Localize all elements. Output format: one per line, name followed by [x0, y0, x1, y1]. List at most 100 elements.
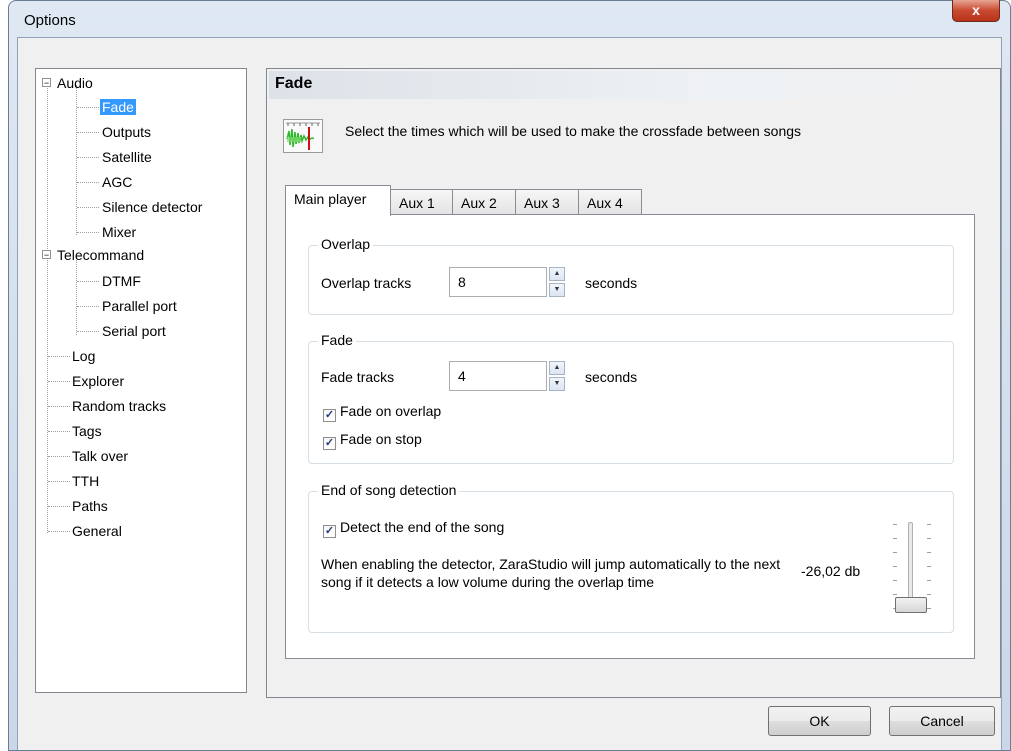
tab-main-player[interactable]: Main player	[285, 185, 391, 216]
tab-aux-1[interactable]: Aux 1	[390, 189, 453, 215]
tab-aux-4[interactable]: Aux 4	[578, 189, 642, 215]
tree-item-dtmf[interactable]: DTMF	[100, 271, 143, 291]
window-title: Options	[24, 12, 76, 29]
panel-description: Select the times which will be used to m…	[345, 123, 802, 139]
options-window: Options x − Audio Fade Outputs Satellite…	[8, 0, 1011, 751]
tree-item-tags[interactable]: Tags	[70, 421, 104, 441]
options-tree[interactable]: − Audio Fade Outputs Satellite AGC Silen…	[35, 68, 247, 693]
slider-tick	[927, 566, 931, 567]
tree-branch	[77, 232, 99, 233]
overlap-unit-label: seconds	[585, 275, 638, 291]
tree-item-satellite[interactable]: Satellite	[100, 147, 154, 167]
slider-tick	[927, 552, 931, 553]
overlap-tracks-spinner[interactable]: ▲ ▼	[549, 267, 565, 297]
tree-item-serial-port[interactable]: Serial port	[100, 321, 168, 341]
tree-branch	[77, 331, 99, 332]
settings-panel: Fade Select the times which will be used…	[266, 68, 1001, 698]
tree-item-random-tracks[interactable]: Random tracks	[70, 396, 168, 416]
waveform-crossfade-icon	[283, 119, 323, 153]
tree-item-agc[interactable]: AGC	[100, 172, 134, 192]
tree-item-explorer[interactable]: Explorer	[70, 371, 126, 391]
collapse-icon[interactable]: −	[42, 78, 51, 88]
tree-branch	[48, 481, 70, 482]
spin-up-icon[interactable]: ▲	[549, 267, 565, 281]
tab-aux-2[interactable]: Aux 2	[452, 189, 516, 215]
slider-tick	[893, 538, 897, 539]
spin-down-icon[interactable]: ▼	[549, 377, 565, 391]
tree-item-general[interactable]: General	[70, 521, 124, 541]
slider-tick	[927, 608, 931, 609]
checkmark-icon[interactable]: ✓	[323, 437, 336, 450]
detect-end-of-song-label: Detect the end of the song	[340, 519, 505, 535]
fade-tracks-input[interactable]: 4	[449, 361, 547, 391]
tree-item-tth[interactable]: TTH	[70, 471, 101, 491]
tree-branch	[48, 406, 70, 407]
title-bar[interactable]: Options x	[9, 0, 1010, 37]
tree-branch	[48, 531, 70, 532]
fade-group-title: Fade	[318, 332, 356, 348]
fade-group: Fade Fade tracks 4 ▲ ▼ seconds ✓ Fade on …	[308, 332, 954, 464]
panel-title: Fade	[269, 71, 998, 99]
tree-branch	[77, 107, 99, 108]
tree-item-fade[interactable]: Fade	[100, 97, 136, 117]
tree-branch	[77, 132, 99, 133]
tree-item-mixer[interactable]: Mixer	[100, 222, 138, 242]
tree-telecommand-line	[76, 258, 77, 335]
fade-on-stop-label: Fade on stop	[340, 431, 422, 447]
slider-tick	[893, 566, 897, 567]
tree-item-parallel-port[interactable]: Parallel port	[100, 296, 179, 316]
tab-aux-3[interactable]: Aux 3	[515, 189, 579, 215]
fade-on-overlap-checkbox[interactable]: ✓ Fade on overlap	[323, 402, 441, 422]
tree-item-log[interactable]: Log	[70, 346, 97, 366]
overlap-tracks-input[interactable]: 8	[449, 267, 547, 297]
slider-thumb[interactable]	[895, 597, 927, 613]
fade-unit-label: seconds	[585, 369, 638, 385]
tree-branch	[48, 456, 70, 457]
dialog-client-area: − Audio Fade Outputs Satellite AGC Silen…	[17, 37, 1002, 750]
slider-tick	[927, 538, 931, 539]
tree-branch	[48, 506, 70, 507]
slider-tick	[927, 594, 931, 595]
end-of-song-group-title: End of song detection	[318, 482, 460, 498]
tree-branch	[48, 381, 70, 382]
overlap-group-title: Overlap	[318, 236, 374, 252]
fade-on-overlap-label: Fade on overlap	[340, 403, 442, 419]
tree-branch	[77, 281, 99, 282]
close-icon: x	[972, 2, 980, 18]
end-of-song-description: When enabling the detector, ZaraStudio w…	[321, 556, 781, 590]
spin-down-icon[interactable]: ▼	[549, 283, 565, 297]
slider-tick	[927, 580, 931, 581]
tree-branch	[77, 207, 99, 208]
ok-button[interactable]: OK	[768, 706, 871, 736]
detector-level-readout: -26,02 db	[801, 563, 861, 579]
tree-item-outputs[interactable]: Outputs	[100, 122, 153, 142]
collapse-icon[interactable]: −	[42, 250, 51, 260]
fade-tracks-label: Fade tracks	[321, 369, 395, 385]
tree-branch	[77, 182, 99, 183]
tree-branch	[48, 356, 70, 357]
checkmark-icon[interactable]: ✓	[323, 525, 336, 538]
tree-branch	[77, 306, 99, 307]
slider-tick	[893, 580, 897, 581]
slider-tick	[893, 552, 897, 553]
slider-tick	[927, 524, 931, 525]
slider-tick	[893, 524, 897, 525]
overlap-group: Overlap Overlap tracks 8 ▲ ▼ seconds	[308, 236, 954, 315]
tree-branch	[48, 431, 70, 432]
tree-branch	[77, 157, 99, 158]
detector-level-slider[interactable]	[891, 520, 951, 620]
cancel-button[interactable]: Cancel	[889, 706, 995, 736]
main-player-page: Overlap Overlap tracks 8 ▲ ▼ seconds Fad…	[285, 214, 975, 659]
close-button[interactable]: x	[952, 0, 1000, 22]
tree-root-line	[47, 85, 48, 533]
spin-up-icon[interactable]: ▲	[549, 361, 565, 375]
fade-on-stop-checkbox[interactable]: ✓ Fade on stop	[323, 430, 422, 450]
tree-item-talk-over[interactable]: Talk over	[70, 446, 130, 466]
end-of-song-group: End of song detection ✓ Detect the end of…	[308, 482, 954, 633]
tree-item-silence-detector[interactable]: Silence detector	[100, 197, 204, 217]
checkmark-icon[interactable]: ✓	[323, 409, 336, 422]
overlap-tracks-label: Overlap tracks	[321, 275, 412, 291]
tree-item-paths[interactable]: Paths	[70, 496, 110, 516]
fade-tracks-spinner[interactable]: ▲ ▼	[549, 361, 565, 391]
detect-end-of-song-checkbox[interactable]: ✓ Detect the end of the song	[323, 518, 504, 538]
